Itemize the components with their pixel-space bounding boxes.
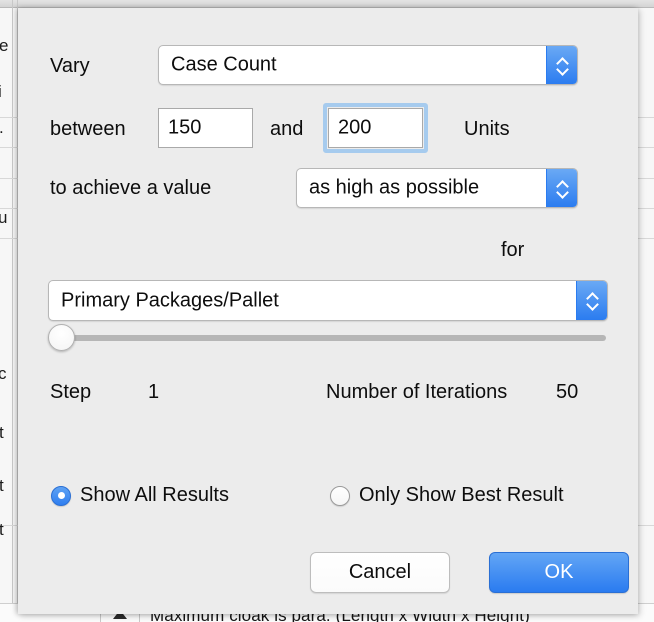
step-value: 1: [148, 381, 160, 403]
background-toolbar-rule: [0, 0, 654, 8]
background-text-fragment: u: [0, 208, 8, 227]
between-label: between: [50, 118, 126, 140]
step-slider-thumb[interactable]: [48, 324, 75, 351]
background-text-fragment: t: [0, 476, 4, 495]
min-value-text: 150: [168, 116, 202, 139]
step-label: Step: [50, 381, 92, 403]
max-value-text: 200: [338, 116, 372, 139]
chevron-up-down-icon[interactable]: [576, 281, 607, 320]
and-label: and: [270, 118, 304, 140]
chevron-down-icon: [557, 67, 568, 73]
target-select-value: Primary Packages/Pallet: [61, 289, 279, 311]
goal-select-value: as high as possible: [309, 176, 480, 199]
cancel-button[interactable]: Cancel: [310, 552, 450, 593]
background-column-divider: [12, 0, 13, 622]
background-text-fragment: t: [0, 423, 4, 442]
ok-button[interactable]: OK: [489, 552, 629, 593]
background-text-fragment: c: [0, 364, 7, 383]
chevron-up-down-icon[interactable]: [546, 46, 577, 84]
chevron-down-icon: [557, 190, 568, 196]
optimization-dialog: Vary Case Count between 150 and 200 Unit…: [18, 8, 638, 614]
radio-only-show-best-result[interactable]: Only Show Best Result: [330, 484, 564, 507]
background-text-fragment: e: [0, 36, 9, 55]
chevron-down-icon: [587, 302, 598, 308]
vary-select[interactable]: Case Count: [158, 45, 578, 85]
vary-select-value: Case Count: [171, 53, 277, 76]
for-label: for: [501, 239, 525, 261]
radio-indicator-unselected[interactable]: [330, 485, 350, 506]
background-text-fragment: i: [0, 82, 2, 102]
radio-only-show-best-result-label: Only Show Best Result: [359, 484, 564, 506]
units-label: Units: [464, 118, 510, 140]
step-slider-track[interactable]: [51, 335, 606, 341]
iterations-value: 50: [556, 381, 579, 403]
min-value-field[interactable]: 150: [158, 108, 253, 148]
radio-show-all-results[interactable]: Show All Results: [51, 484, 229, 507]
background-text-fragment: t: [0, 520, 4, 539]
radio-indicator-selected[interactable]: [51, 485, 71, 506]
target-select[interactable]: Primary Packages/Pallet: [48, 280, 608, 321]
max-value-field[interactable]: 200: [328, 108, 423, 148]
vary-label: Vary: [50, 55, 90, 77]
chevron-up-down-icon[interactable]: [546, 169, 577, 207]
radio-show-all-results-label: Show All Results: [80, 484, 229, 506]
achieve-label: to achieve a value: [50, 177, 212, 199]
background-text-fragment: .: [0, 118, 4, 138]
goal-select[interactable]: as high as possible: [296, 168, 578, 208]
iterations-label: Number of Iterations: [326, 381, 508, 403]
